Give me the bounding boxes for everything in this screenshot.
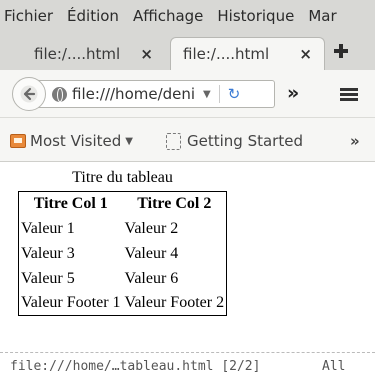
tab-title: file:/....html [183, 45, 270, 63]
bookmark-label: Getting Started [187, 132, 303, 150]
status-mode: All [322, 359, 346, 374]
reload-icon[interactable]: ↻ [228, 85, 241, 103]
new-tab-plus-icon[interactable] [334, 44, 348, 58]
table-cell: Valeur 3 [18, 241, 123, 266]
tab-close-icon[interactable]: × [140, 45, 153, 63]
menu-edition[interactable]: Édition [67, 7, 119, 25]
table-cell: Valeur 1 [18, 216, 123, 241]
bookmark-getting-started[interactable]: Getting Started [166, 132, 303, 150]
status-bar: file:///home/…tableau.html [2/2] All [0, 352, 375, 380]
menu-hamburger-icon[interactable] [340, 88, 358, 101]
back-arrow-icon [20, 85, 38, 103]
url-separator [218, 85, 220, 103]
column-header: Titre Col 1 [18, 191, 123, 216]
back-button[interactable] [12, 77, 46, 111]
bookmark-label: Most Visited [30, 132, 122, 150]
globe-icon[interactable] [52, 86, 67, 102]
tab-active[interactable]: file:/....html × [170, 37, 325, 70]
chevron-down-icon: ▼ [125, 135, 133, 147]
table-cell: Valeur 4 [123, 241, 228, 266]
status-path: file:///home/…tableau.html [2/2] [10, 359, 261, 374]
tab-close-icon[interactable]: × [299, 45, 312, 63]
table-footer-row: Valeur Footer 1 Valeur Footer 2 [18, 291, 228, 316]
bookmark-most-visited[interactable]: Most Visited ▼ [10, 132, 133, 150]
table-cell: Valeur 5 [18, 266, 123, 291]
bookmarks-bar: Most Visited ▼ Getting Started » [0, 118, 375, 162]
page-icon [166, 132, 181, 150]
page-content: Titre du tableau Titre Col 1 Titre Col 2… [0, 162, 375, 350]
table-row: Valeur 5 Valeur 6 [18, 266, 228, 291]
tab-inactive[interactable]: file:/....html × [10, 37, 165, 70]
menu-marque-pages[interactable]: Mar [308, 7, 336, 25]
table-cell: Valeur 2 [123, 216, 228, 241]
table-footer-cell: Valeur Footer 1 [18, 291, 123, 316]
data-table: Titre du tableau Titre Col 1 Titre Col 2… [18, 169, 228, 316]
bookmarks-overflow-button[interactable]: » [350, 132, 360, 150]
toolbar-overflow-button[interactable]: » [287, 82, 299, 104]
table-footer-cell: Valeur Footer 2 [122, 291, 228, 316]
folder-icon [10, 134, 26, 148]
menu-bar: Fichier Édition Affichage Historique Mar [0, 0, 375, 32]
table-row: Valeur 3 Valeur 4 [18, 241, 228, 266]
menu-affichage[interactable]: Affichage [133, 7, 203, 25]
table-cell: Valeur 6 [123, 266, 228, 291]
table-row: Valeur 1 Valeur 2 [18, 216, 228, 241]
column-header: Titre Col 2 [122, 191, 228, 216]
table-caption: Titre du tableau [72, 169, 173, 186]
tab-title: file:/....html [34, 44, 121, 63]
nav-bar: file:///home/deni ▼ ↻ » [0, 70, 375, 118]
url-text[interactable]: file:///home/deni [72, 85, 197, 103]
menu-fichier[interactable]: Fichier [4, 7, 53, 25]
table-header-row: Titre Col 1 Titre Col 2 [18, 191, 228, 216]
url-dropdown-icon[interactable]: ▼ [203, 89, 211, 100]
url-bar[interactable]: file:///home/deni ▼ ↻ [30, 80, 275, 108]
tab-bar: file:/....html × file:/....html × [0, 32, 375, 70]
menu-historique[interactable]: Historique [217, 7, 294, 25]
